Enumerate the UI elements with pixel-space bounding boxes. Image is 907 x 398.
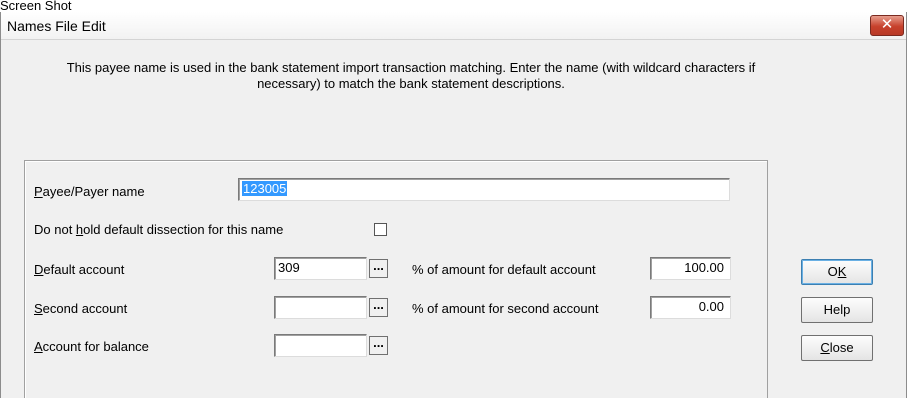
default-account-input[interactable]: 309	[274, 257, 367, 280]
default-account-label: Default account	[34, 262, 125, 277]
window-title: Names File Edit	[7, 18, 106, 34]
payee-name-input[interactable]: 123005	[238, 178, 730, 201]
second-percent-input[interactable]: 0.00	[650, 296, 731, 319]
second-account-label: Second account	[34, 301, 128, 316]
balance-account-label: Account for balance	[34, 339, 149, 354]
second-percent-label: % of amount for second account	[412, 301, 599, 316]
hold-dissection-label: Do not hold default dissection for this …	[34, 222, 284, 237]
default-percent-value: 100.00	[684, 260, 724, 275]
hold-dissection-checkbox[interactable]	[374, 223, 387, 236]
ellipsis-icon: ...	[373, 335, 384, 350]
balance-account-browse-button[interactable]: ...	[369, 336, 388, 355]
window-close-button[interactable]: ✕	[870, 15, 904, 36]
balance-account-input[interactable]	[274, 334, 367, 357]
names-file-edit-dialog: Names File Edit ✕ This payee name is use…	[0, 12, 907, 398]
payee-name-value: 123005	[242, 181, 288, 196]
description-text: This payee name is used in the bank stat…	[66, 60, 756, 91]
second-account-input[interactable]	[274, 296, 367, 319]
default-account-value: 309	[278, 260, 300, 275]
screen-shot-caption: Screen Shot	[0, 0, 72, 12]
default-account-browse-button[interactable]: ...	[369, 259, 388, 278]
ok-button[interactable]: OK	[801, 259, 873, 285]
help-button[interactable]: Help	[801, 297, 873, 323]
title-bar: Names File Edit ✕	[1, 12, 906, 40]
second-percent-value: 0.00	[698, 299, 724, 314]
second-account-browse-button[interactable]: ...	[369, 298, 388, 317]
ellipsis-icon: ...	[373, 297, 384, 312]
payee-name-label: Payee/Payer name	[34, 184, 145, 199]
default-percent-label: % of amount for default account	[412, 262, 596, 277]
ellipsis-icon: ...	[373, 258, 384, 273]
close-button[interactable]: Close	[801, 335, 873, 361]
close-icon: ✕	[880, 16, 894, 33]
default-percent-input[interactable]: 100.00	[650, 257, 731, 280]
